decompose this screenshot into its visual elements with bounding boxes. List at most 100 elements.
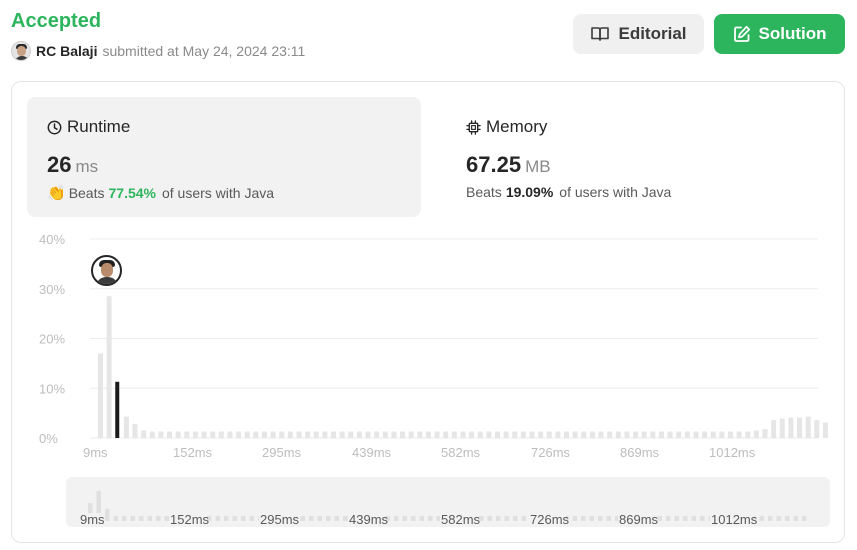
overview-bar [657,516,662,521]
overview-tick-label: 9ms [80,512,105,527]
distribution-bar [322,431,328,438]
distribution-bar [451,431,457,438]
overview-bar [411,516,416,521]
distribution-bar [382,431,388,438]
distribution-bar [581,431,587,438]
runtime-distribution-chart[interactable]: 0% 10% 20% 30% 40% 9ms 152ms 295ms 439ms 582ms 726… [12,82,846,472]
distribution-bar [279,431,285,438]
x-tick-label: 152ms [173,445,213,460]
x-tick-label: 1012ms [709,445,756,460]
distribution-bar [261,431,267,438]
distribution-bar [175,431,181,438]
overview-bar [215,516,220,521]
distribution-bar [477,431,483,438]
x-tick-label: 439ms [352,445,392,460]
distribution-bar [564,431,570,438]
distribution-bar [529,431,535,438]
distribution-bar [253,431,259,438]
distribution-bar [158,431,164,438]
distribution-bar [348,431,354,438]
distribution-bar [727,431,733,438]
distribution-bar [805,416,811,438]
distribution-bar [753,430,759,438]
y-tick-label: 40% [39,232,65,247]
distribution-bar [98,353,103,438]
overview-bar [572,516,577,521]
overview-bar [700,516,705,521]
distribution-bar [167,431,173,438]
distribution-bar [546,431,552,438]
overview-bar [139,516,144,521]
distribution-bar [296,431,302,438]
my-submission-avatar-marker[interactable] [91,255,122,286]
overview-tick-label: 726ms [530,512,570,527]
editorial-button[interactable]: Editorial [573,14,704,54]
distribution-bar [641,431,647,438]
distribution-bar [615,431,621,438]
distribution-bar [797,417,803,438]
submitted-time: submitted at May 24, 2024 23:11 [102,43,306,59]
overview-bar [793,516,798,521]
distribution-bar [771,420,777,438]
distribution-bar [141,430,147,438]
submission-status: Accepted [11,10,102,32]
overview-bar [156,516,161,521]
distribution-bar [702,431,708,438]
distribution-bar [494,431,500,438]
distribution-bar [192,431,198,438]
overview-bar [606,516,611,521]
distribution-bar [218,431,224,438]
distribution-bar [607,431,613,438]
overview-bar [521,516,526,521]
overview-tick-label: 582ms [441,512,481,527]
distribution-bar [443,431,449,438]
distribution-bar [710,431,716,438]
distribution-bar [667,431,673,438]
chart-range-slider[interactable]: 9ms 152ms 295ms 439ms 582ms 726ms 869ms 1012ms [66,477,830,527]
overview-bar [105,509,110,521]
submitter-avatar[interactable] [11,41,31,61]
distribution-bar [624,431,630,438]
distribution-bar [520,431,526,438]
overview-bar [666,516,671,521]
x-tick-label: 726ms [531,445,571,460]
distribution-bar [331,431,337,438]
x-tick-label: 582ms [441,445,481,460]
overview-bar [504,516,509,521]
distribution-bar [814,420,820,438]
y-tick-label: 10% [39,381,65,396]
distribution-bar [425,431,431,438]
distribution-bar [184,431,190,438]
solution-button[interactable]: Solution [714,14,845,54]
overview-bar [598,516,603,521]
distribution-bar [287,431,293,438]
distribution-bar [779,418,785,438]
distribution-bar [313,431,319,438]
overview-tick-label: 439ms [349,512,389,527]
distribution-bar [512,431,518,438]
distribution-bar [745,431,751,438]
distribution-bar [244,431,250,438]
distribution-bar [339,431,345,438]
distribution-bar [676,431,682,438]
distribution-bar [650,431,656,438]
y-tick-label: 0% [39,431,58,446]
overview-bar [224,516,229,521]
overview-bar [496,516,501,521]
distribution-bar [149,431,155,438]
x-tick-label: 295ms [262,445,302,460]
overview-bar [300,516,305,521]
overview-bar [309,516,314,521]
overview-tick-label: 1012ms [711,512,758,527]
distribution-bar [106,296,112,438]
distribution-bar [684,431,690,438]
submitter-name[interactable]: RC Balaji [36,43,97,59]
distribution-bar [305,431,311,438]
editorial-label: Editorial [618,24,687,43]
overview-tick-label: 295ms [260,512,300,527]
overview-chart[interactable]: 9ms 152ms 295ms 439ms 582ms 726ms 869ms 1012ms [66,477,830,527]
overview-bar [249,516,254,521]
overview-bar [241,516,246,521]
distribution-bar [693,431,699,438]
solution-label: Solution [758,24,827,43]
